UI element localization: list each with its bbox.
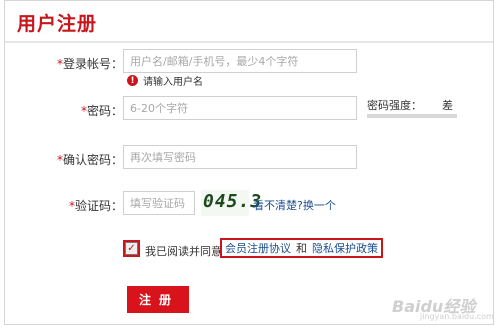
account-input[interactable] xyxy=(123,49,357,73)
account-label: *登录帐号： xyxy=(56,57,123,71)
agreement-text: 我已阅读并同意 xyxy=(145,245,222,258)
confirm-password-input[interactable] xyxy=(123,145,357,169)
password-strength-label: 密码强度： xyxy=(367,99,422,112)
confirm-label: *确认密码： xyxy=(56,153,123,167)
register-button[interactable]: 注册 xyxy=(127,286,189,313)
page-title: 用户注册 xyxy=(17,13,98,35)
captcha-label: *验证码： xyxy=(68,199,123,213)
agreement-and: 和 xyxy=(296,242,307,255)
title-divider xyxy=(5,41,493,43)
password-label: *密码： xyxy=(80,104,123,118)
agreement-checkbox[interactable]: ✓ xyxy=(123,240,140,257)
register-panel: 用户注册 *登录帐号： ! 请输入用户名 *密码： 密码强度： 差 *确认密码：… xyxy=(4,0,494,325)
error-icon: ! xyxy=(127,75,138,86)
baidu-watermark-url: jingyan.baidu.com xyxy=(420,312,494,321)
agreement-links: 会员注册协议 和 隐私保护政策 xyxy=(220,238,383,258)
account-error: ! 请输入用户名 xyxy=(127,73,203,88)
password-strength-bar xyxy=(367,114,457,118)
member-agreement-link[interactable]: 会员注册协议 xyxy=(225,240,291,256)
captcha-refresh-link[interactable]: 看不清楚?换一个 xyxy=(253,197,336,213)
check-icon: ✓ xyxy=(125,242,138,255)
password-input[interactable] xyxy=(123,96,357,120)
captcha-input[interactable] xyxy=(123,191,195,215)
privacy-policy-link[interactable]: 隐私保护政策 xyxy=(312,240,378,256)
password-strength-value: 差 xyxy=(442,99,453,112)
